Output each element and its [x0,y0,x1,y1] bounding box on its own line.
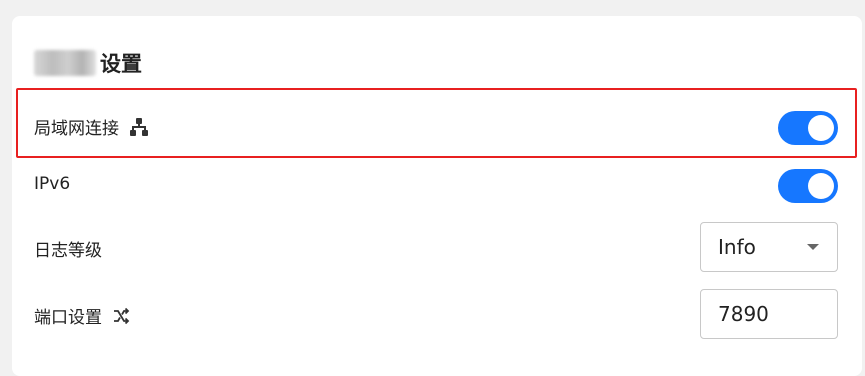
log-level-value: Info [718,235,756,259]
ipv6-row: IPv6 [34,174,70,194]
port-input[interactable]: 7890 [700,289,838,339]
shuffle-icon[interactable] [112,307,130,325]
ipv6-label: IPv6 [34,174,71,194]
highlight-box [16,88,857,158]
toggle-knob [808,173,834,199]
port-row: 端口设置 [34,303,130,328]
settings-header: 设置 [34,47,142,79]
ipv6-toggle[interactable] [778,169,838,203]
log-level-row: 日志等级 [34,236,102,261]
log-level-select[interactable]: Info [700,222,838,272]
settings-title: 设置 [100,52,142,76]
port-value: 7890 [718,302,769,326]
port-label: 端口设置 [34,308,102,328]
log-level-label: 日志等级 [34,241,102,261]
blurred-app-name [34,50,96,76]
caret-down-icon [807,244,819,250]
